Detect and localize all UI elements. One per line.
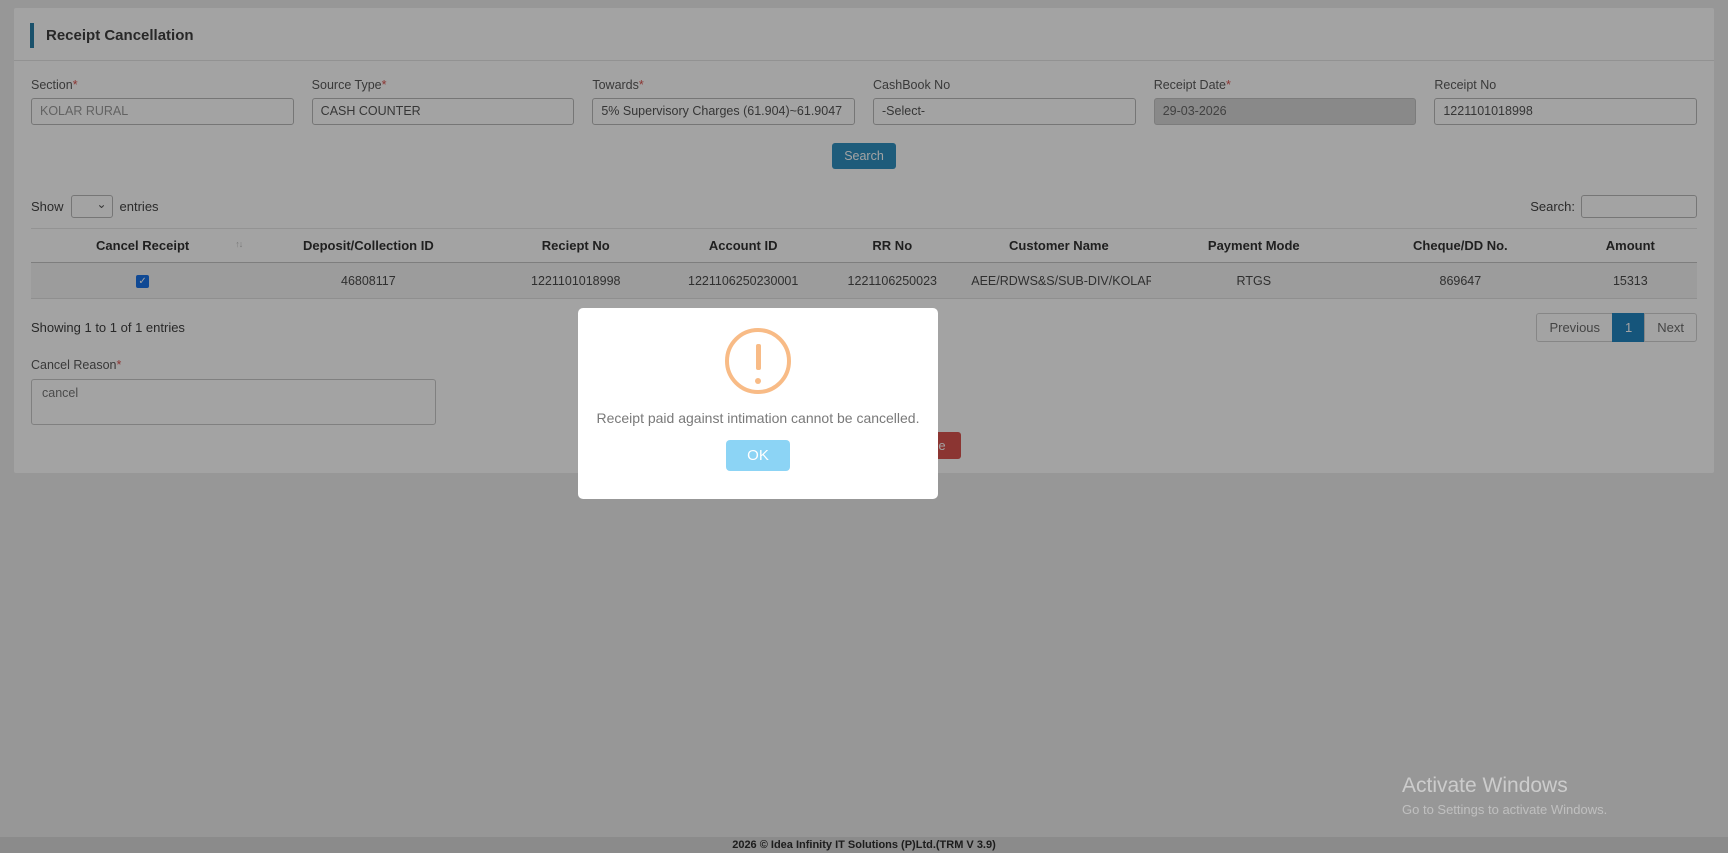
warning-exclamation-dot (755, 378, 761, 384)
page-root: Receipt Cancellation Section* KOLAR RURA… (0, 0, 1728, 853)
alert-message: Receipt paid against intimation cannot b… (596, 410, 920, 426)
alert-modal: Receipt paid against intimation cannot b… (578, 308, 938, 499)
warning-exclamation-bar (755, 344, 761, 370)
ok-button[interactable]: OK (726, 440, 790, 471)
warning-icon (725, 328, 791, 394)
